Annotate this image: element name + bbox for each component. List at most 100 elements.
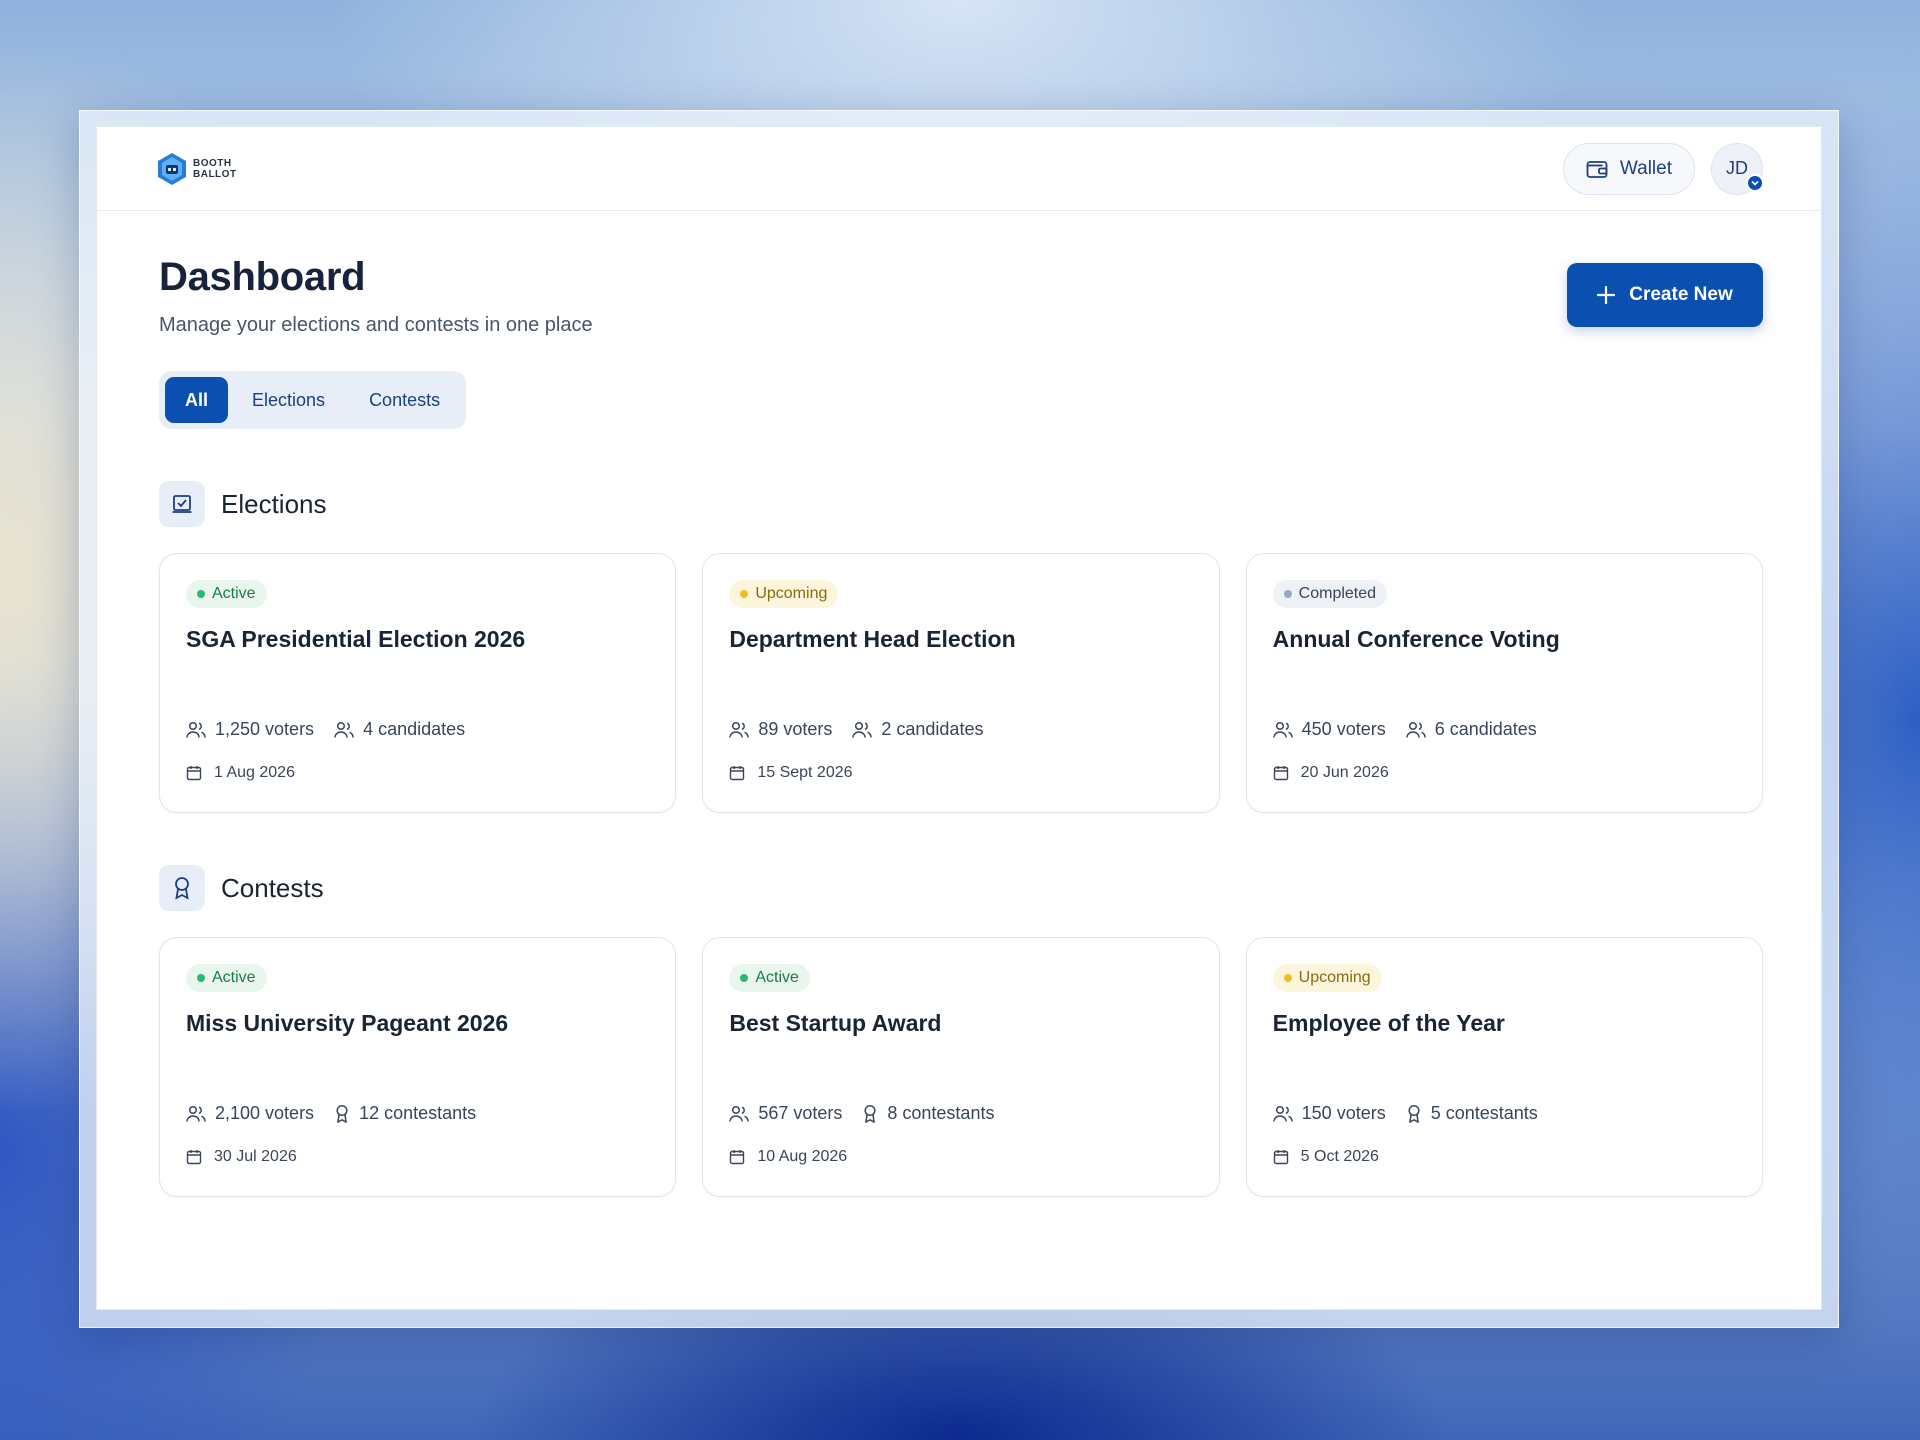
plus-icon <box>1597 286 1616 304</box>
card-date: 30 Jul 2026 <box>186 1148 649 1166</box>
status-dot <box>740 590 749 598</box>
tab-all[interactable]: All <box>165 377 229 423</box>
card-title: Miss University Pageant 2026 <box>186 1010 509 1036</box>
status-dot <box>1283 974 1292 982</box>
ballot-check-icon <box>159 481 205 527</box>
date-label: 5 Oct 2026 <box>1300 1148 1379 1165</box>
status-label: Active <box>212 585 256 602</box>
users-icon <box>186 721 206 739</box>
ballot-box-logo-icon <box>157 152 187 186</box>
card-meta: 2,100 voters 12 contestants <box>186 1103 649 1124</box>
elections-section-title: Elections <box>221 488 327 519</box>
contest-card[interactable]: Active Miss University Pageant 2026 2,10… <box>159 937 677 1197</box>
voters-label: 450 voters <box>1301 719 1386 739</box>
card-date: 10 Aug 2026 <box>729 1148 1192 1166</box>
calendar-icon <box>729 765 745 781</box>
users-icon <box>729 1105 750 1123</box>
voters-count: 1,250 voters <box>186 719 314 740</box>
contestants-label: 8 contestants <box>887 1103 995 1123</box>
main-content: Dashboard Manage your elections and cont… <box>97 211 1821 1197</box>
wallet-label: Wallet <box>1619 157 1672 179</box>
status-dot <box>1283 590 1292 598</box>
users-icon <box>1405 721 1426 739</box>
contests-section-header: Contests <box>159 865 1763 911</box>
candidates-count: 4 candidates <box>334 719 465 740</box>
status-dot <box>740 974 749 982</box>
calendar-icon <box>729 1149 745 1165</box>
voters-count: 150 voters <box>1272 1103 1386 1124</box>
card-meta: 150 voters 5 contestants <box>1272 1103 1736 1124</box>
contestants-count: 5 contestants <box>1406 1103 1538 1124</box>
candidates-label: 6 candidates <box>1434 719 1537 739</box>
tab-contests[interactable]: Contests <box>349 377 460 423</box>
election-card[interactable]: Active SGA Presidential Election 2026 1,… <box>159 553 677 813</box>
calendar-icon <box>186 765 202 781</box>
contest-card[interactable]: Active Best Startup Award 567 voters 8 c… <box>702 937 1220 1197</box>
calendar-icon <box>186 1149 202 1165</box>
card-date: 15 Sept 2026 <box>729 764 1192 782</box>
status-badge: Upcoming <box>729 580 839 608</box>
card-date: 20 Jun 2026 <box>1273 764 1736 782</box>
status-badge: Upcoming <box>1272 964 1382 992</box>
card-meta: 567 voters 8 contestants <box>729 1103 1192 1124</box>
brand-wordmark-line2: BALLOT <box>193 168 237 180</box>
card-title: SGA Presidential Election 2026 <box>186 626 526 652</box>
user-avatar[interactable]: JD <box>1711 142 1764 195</box>
card-meta: 450 voters 6 candidates <box>1272 719 1736 740</box>
contests-section-title: Contests <box>221 872 324 903</box>
status-badge: Active <box>186 964 267 992</box>
contest-card[interactable]: Upcoming Employee of the Year 150 voters… <box>1245 937 1763 1197</box>
voters-count: 2,100 voters <box>186 1103 314 1124</box>
brand-logo[interactable]: BOOTH BALLOT <box>157 152 237 186</box>
status-label: Upcoming <box>1298 969 1371 986</box>
card-title: Department Head Election <box>729 626 1016 652</box>
status-dot <box>197 590 205 598</box>
elections-card-list: Active SGA Presidential Election 2026 1,… <box>159 553 1763 813</box>
status-label: Active <box>755 969 799 986</box>
page-header: Dashboard Manage your elections and cont… <box>159 255 1763 337</box>
page-title: Dashboard <box>159 255 366 299</box>
card-meta: 1,250 voters 4 candidates <box>186 719 649 740</box>
wallet-button[interactable]: Wallet <box>1562 142 1695 195</box>
contestants-count: 8 contestants <box>862 1103 994 1124</box>
candidates-count: 6 candidates <box>1405 719 1537 740</box>
create-new-label: Create New <box>1629 284 1733 305</box>
status-label: Active <box>212 969 256 986</box>
users-icon <box>1272 1105 1293 1123</box>
tab-elections[interactable]: Elections <box>232 377 345 423</box>
card-title: Annual Conference Voting <box>1272 626 1560 652</box>
contestants-label: 5 contestants <box>1430 1103 1538 1123</box>
voters-label: 89 voters <box>758 719 833 739</box>
create-new-button[interactable]: Create New <box>1567 263 1763 327</box>
contestants-count: 12 contestants <box>334 1103 476 1124</box>
status-dot <box>197 974 205 982</box>
card-meta: 89 voters 2 candidates <box>729 719 1192 740</box>
voters-label: 567 voters <box>758 1103 843 1123</box>
candidates-label: 2 candidates <box>881 719 984 739</box>
date-label: 15 Sept 2026 <box>757 764 853 781</box>
contests-card-list: Active Miss University Pageant 2026 2,10… <box>159 937 1763 1197</box>
election-card[interactable]: Completed Annual Conference Voting 450 v… <box>1245 553 1763 813</box>
users-icon <box>334 721 354 739</box>
date-label: 10 Aug 2026 <box>757 1148 848 1165</box>
voters-label: 1,250 voters <box>215 719 315 739</box>
card-date: 5 Oct 2026 <box>1273 1148 1736 1166</box>
voters-count: 89 voters <box>729 719 832 740</box>
card-date: 1 Aug 2026 <box>186 764 649 782</box>
election-card[interactable]: Upcoming Department Head Election 89 vot… <box>702 553 1220 813</box>
app-window: BOOTH BALLOT Wallet JD Dashboard Manage … <box>96 126 1822 1310</box>
award-icon <box>334 1104 350 1123</box>
voters-count: 567 voters <box>729 1103 842 1124</box>
users-icon <box>1272 721 1293 739</box>
date-label: 20 Jun 2026 <box>1300 764 1389 781</box>
award-ribbon-icon <box>159 865 205 911</box>
candidates-count: 2 candidates <box>852 719 983 740</box>
chevron-down-icon <box>1746 173 1764 192</box>
brand-wordmark-line1: BOOTH <box>193 157 232 169</box>
calendar-icon <box>1273 1149 1289 1165</box>
award-icon <box>862 1104 878 1123</box>
wallet-icon <box>1586 159 1608 179</box>
date-label: 1 Aug 2026 <box>214 764 295 781</box>
voters-count: 450 voters <box>1272 719 1386 740</box>
brand-wordmark: BOOTH BALLOT <box>193 158 237 180</box>
